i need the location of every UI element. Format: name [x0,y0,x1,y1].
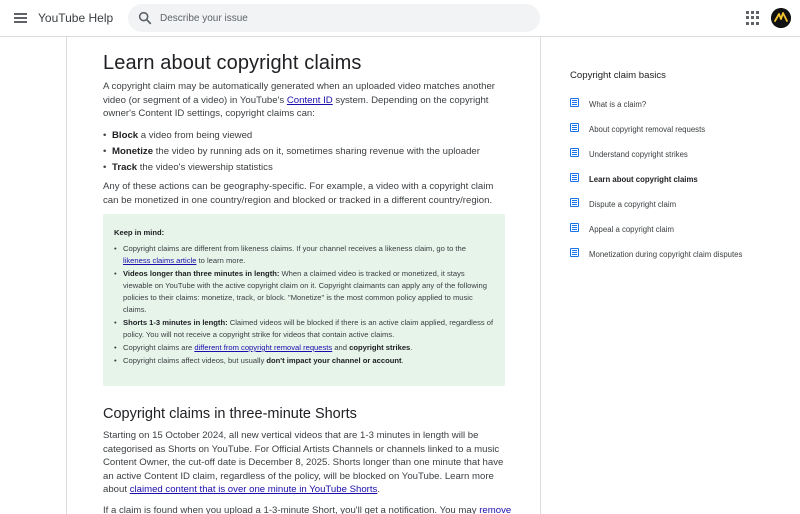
sidebar-title: Copyright claim basics [570,70,666,81]
top-bar: YouTube Help [0,0,800,37]
article-icon [570,223,579,232]
sidebar-item-label: Dispute a copyright claim [589,200,677,209]
claim-found-paragraph: If a claim is found when you upload a 1-… [103,505,512,514]
article-icon [570,148,579,157]
sidebar-item-learn-about-claims[interactable]: Learn about copyright claims [570,173,770,198]
avatar[interactable] [771,8,791,28]
search-input[interactable] [160,9,520,27]
article-icon [570,123,579,132]
sidebar-item-removal-requests[interactable]: About copyright removal requests [570,123,770,148]
removal-requests-link[interactable]: different from copyright removal request… [194,343,332,352]
apps-grid-icon[interactable] [746,11,760,25]
claim-actions-list: Block a video from being viewed Monetize… [103,128,506,176]
search-icon[interactable] [137,10,153,26]
article-panel: Learn about copyright claims A copyright… [66,37,541,514]
likeness-claims-link[interactable]: likeness claims article [123,256,196,265]
intro-paragraph: A copyright claim may be automatically g… [103,81,495,119]
remove-link[interactable]: remove [479,505,511,514]
article-icon [570,98,579,107]
list-item: Copyright claims are different from copy… [114,342,495,354]
app-title[interactable]: YouTube Help [38,11,113,25]
list-item: Videos longer than three minutes in leng… [114,268,495,316]
sidebar-item-appeal-claim[interactable]: Appeal a copyright claim [570,223,770,248]
avatar-image [771,8,791,28]
sidebar-item-label: Understand copyright strikes [589,150,688,159]
sidebar-item-label: Appeal a copyright claim [589,225,674,234]
sidebar-item-what-is-a-claim[interactable]: What is a claim? [570,98,770,123]
search-box[interactable] [128,4,540,32]
page-title: Learn about copyright claims [103,52,362,74]
sidebar-item-dispute-claim[interactable]: Dispute a copyright claim [570,198,770,223]
geography-paragraph: Any of these actions can be geography-sp… [103,181,494,206]
list-item: Block a video from being viewed [103,128,506,144]
list-item: Monetize the video by running ads on it,… [103,144,506,160]
list-item: Copyright claims are different from like… [114,243,495,267]
sidebar-item-label: Monetization during copyright claim disp… [589,250,743,259]
sidebar-item-label: What is a claim? [589,100,647,109]
sidebar-item-label: About copyright removal requests [589,125,706,134]
article-icon [570,198,579,207]
keep-in-mind-callout: Keep in mind: Copyright claims are diffe… [103,214,505,386]
claimed-content-shorts-link[interactable]: claimed content that is over one minute … [130,484,378,495]
sidebar: Copyright claim basics What is a claim? … [570,70,770,273]
menu-icon[interactable] [10,7,32,29]
sidebar-item-monetization-disputes[interactable]: Monetization during copyright claim disp… [570,248,770,273]
content-id-link[interactable]: Content ID [287,95,333,106]
sidebar-item-label: Learn about copyright claims [589,175,698,184]
list-item: Shorts 1-3 minutes in length: Claimed vi… [114,317,495,341]
list-item: Copyright claims affect videos, but usua… [114,355,495,367]
keep-in-mind-list: Copyright claims are different from like… [114,243,495,367]
callout-title: Keep in mind: [114,228,165,237]
article-icon [570,248,579,257]
section-title: Copyright claims in three-minute Shorts [103,406,357,422]
shorts-paragraph: Starting on 15 October 2024, all new ver… [103,430,504,495]
article-icon [570,173,579,182]
sidebar-item-copyright-strikes[interactable]: Understand copyright strikes [570,148,770,173]
list-item: Track the video's viewership statistics [103,160,506,176]
